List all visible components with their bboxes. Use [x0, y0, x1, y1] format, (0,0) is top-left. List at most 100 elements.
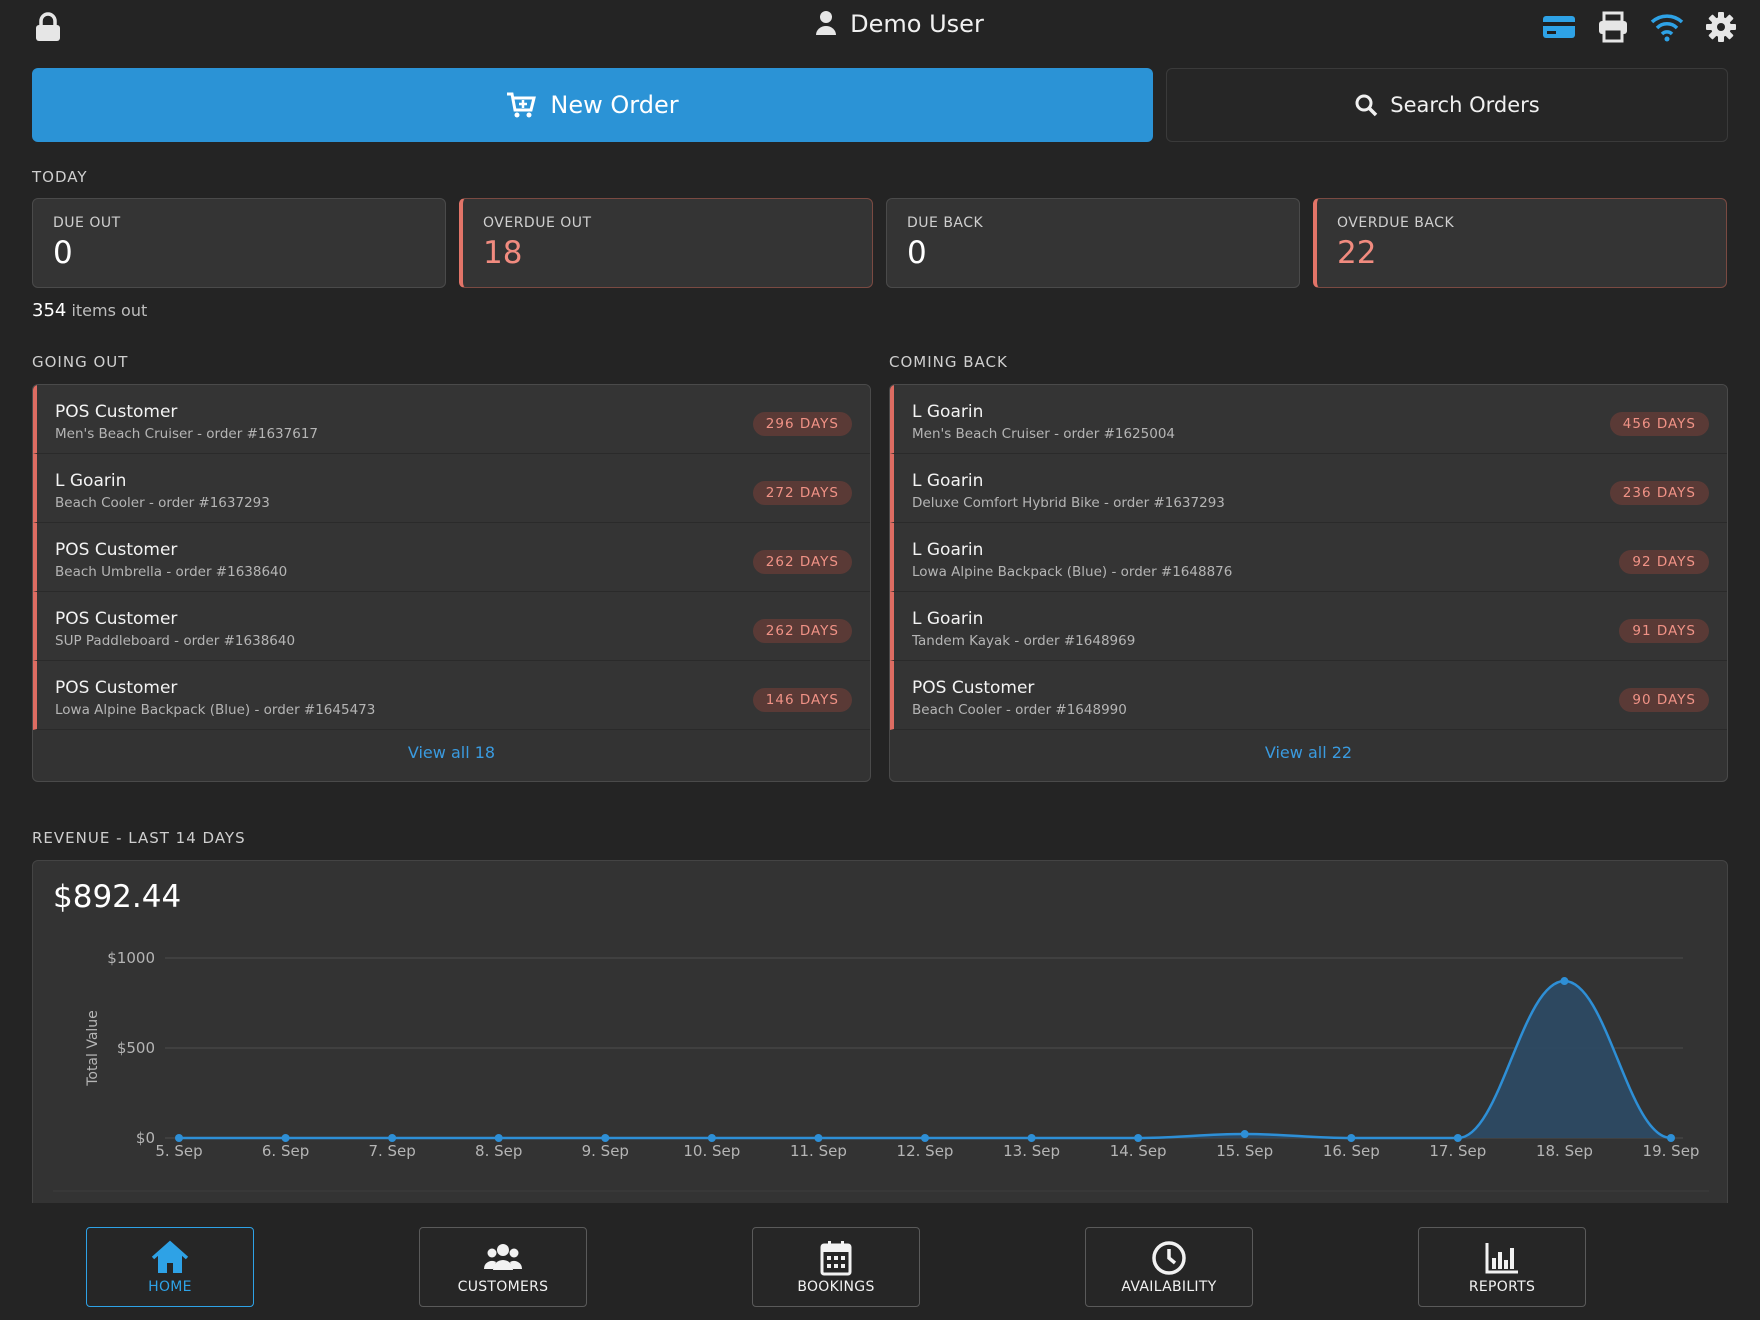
view-all-going-out-link[interactable]: View all 18	[33, 730, 870, 762]
current-user[interactable]: Demo User	[0, 10, 1760, 38]
order-detail: Lowa Alpine Backpack (Blue) - order #164…	[912, 564, 1233, 580]
stat-value: 18	[483, 235, 523, 271]
y-tick-label: $0	[136, 1129, 155, 1147]
customer-name: L Goarin	[912, 609, 984, 629]
stat-label: OVERDUE OUT	[483, 215, 592, 231]
stat-card-due-out[interactable]: DUE OUT 0	[32, 198, 446, 288]
order-detail: Deluxe Comfort Hybrid Bike - order #1637…	[912, 495, 1225, 511]
nav-label: HOME	[148, 1279, 192, 1295]
stat-card-due-back[interactable]: DUE BACK 0	[886, 198, 1300, 288]
coming-back-title: COMING BACK	[889, 353, 1008, 371]
cart-plus-icon	[507, 92, 537, 118]
data-point	[494, 1134, 503, 1142]
nav-label: AVAILABILITY	[1121, 1279, 1217, 1295]
revenue-card: $892.44 $0 $500 $1000 Total Value 5. Sep 6. S…	[32, 860, 1728, 1220]
nav-bookings[interactable]: BOOKINGS	[752, 1227, 920, 1307]
days-badge: 91 DAYS	[1619, 619, 1709, 643]
x-tick-label: 19. Sep	[1643, 1142, 1700, 1160]
data-point	[175, 1134, 183, 1142]
list-item[interactable]: POS Customer SUP Paddleboard - order #163…	[33, 592, 870, 661]
clock-icon	[1152, 1241, 1186, 1275]
list-item[interactable]: L Goarin Beach Cooler - order #1637293 272…	[33, 454, 870, 523]
stat-card-overdue-out[interactable]: OVERDUE OUT 18	[459, 198, 873, 288]
data-point	[707, 1134, 716, 1142]
list-item[interactable]: POS Customer Men's Beach Cruiser - order …	[33, 385, 870, 454]
days-badge: 272 DAYS	[752, 481, 852, 505]
data-point	[1347, 1134, 1356, 1142]
days-badge: 456 DAYS	[1609, 412, 1709, 436]
nav-availability[interactable]: AVAILABILITY	[1085, 1227, 1253, 1307]
data-point	[1027, 1134, 1036, 1142]
view-all-coming-back-link[interactable]: View all 22	[890, 730, 1727, 762]
list-item[interactable]: L Goarin Tandem Kayak - order #1648969 91 …	[890, 592, 1727, 661]
customer-name: L Goarin	[912, 471, 984, 491]
data-point	[1560, 977, 1569, 986]
y-tick-label: $1000	[107, 949, 155, 967]
days-badge: 296 DAYS	[752, 412, 852, 436]
list-item[interactable]: POS Customer Lowa Alpine Backpack (Blue) …	[33, 661, 870, 730]
x-tick-label: 8. Sep	[475, 1142, 522, 1160]
data-point	[281, 1134, 290, 1142]
printer-icon[interactable]	[1596, 10, 1630, 44]
gear-icon[interactable]	[1704, 10, 1738, 44]
x-tick-label: 10. Sep	[683, 1142, 740, 1160]
nav-reports[interactable]: REPORTS	[1418, 1227, 1586, 1307]
calendar-icon	[820, 1241, 852, 1276]
stat-card-overdue-back[interactable]: OVERDUE BACK 22	[1313, 198, 1727, 288]
stat-value: 0	[53, 235, 73, 271]
search-orders-button[interactable]: Search Orders	[1166, 68, 1728, 142]
new-order-button[interactable]: New Order	[32, 68, 1153, 142]
list-item[interactable]: L Goarin Lowa Alpine Backpack (Blue) - or…	[890, 523, 1727, 592]
wifi-icon[interactable]	[1650, 10, 1684, 44]
items-out-count: 354	[32, 300, 67, 321]
list-item[interactable]: POS Customer Beach Cooler - order #164899…	[890, 661, 1727, 730]
data-point	[1667, 1134, 1675, 1142]
order-detail: SUP Paddleboard - order #1638640	[55, 633, 296, 649]
going-out-list: POS Customer Men's Beach Cruiser - order …	[32, 384, 871, 782]
nav-label: CUSTOMERS	[457, 1279, 549, 1295]
days-badge: 90 DAYS	[1619, 688, 1709, 712]
coming-back-list: L Goarin Men's Beach Cruiser - order #162…	[889, 384, 1728, 782]
user-name: Demo User	[850, 10, 984, 38]
order-detail: Lowa Alpine Backpack (Blue) - order #164…	[55, 702, 376, 718]
list-item[interactable]: L Goarin Men's Beach Cruiser - order #162…	[890, 385, 1727, 454]
list-item[interactable]: POS Customer Beach Umbrella - order #1638…	[33, 523, 870, 592]
order-detail: Beach Cooler - order #1637293	[55, 495, 270, 511]
stat-value: 22	[1337, 235, 1377, 271]
x-tick-label: 9. Sep	[582, 1142, 629, 1160]
card-reader-icon[interactable]	[1542, 10, 1576, 44]
customer-name: POS Customer	[55, 540, 178, 560]
x-tick-label: 14. Sep	[1110, 1142, 1167, 1160]
data-point	[814, 1134, 823, 1142]
nav-label: REPORTS	[1468, 1279, 1536, 1295]
x-tick-label: 7. Sep	[368, 1142, 415, 1160]
nav-home[interactable]: HOME	[86, 1227, 254, 1307]
order-detail: Men's Beach Cruiser - order #1637617	[55, 426, 319, 442]
today-section-title: TODAY	[32, 168, 88, 186]
stat-label: DUE OUT	[53, 215, 121, 231]
revenue-title: REVENUE - LAST 14 DAYS	[32, 829, 246, 847]
data-point	[921, 1134, 929, 1142]
going-out-title: GOING OUT	[32, 353, 129, 371]
customer-name: POS Customer	[55, 402, 178, 422]
revenue-area	[179, 981, 1671, 1138]
nav-label: BOOKINGS	[797, 1279, 875, 1295]
data-point	[1453, 1134, 1462, 1142]
days-badge: 146 DAYS	[752, 688, 852, 712]
x-tick-label: 6. Sep	[262, 1142, 309, 1160]
y-tick-label: $500	[117, 1039, 155, 1057]
data-point	[1240, 1130, 1249, 1139]
customer-name: POS Customer	[912, 678, 1035, 698]
customer-name: POS Customer	[55, 678, 178, 698]
items-out-label: items out	[71, 301, 148, 320]
order-detail: Tandem Kayak - order #1648969	[912, 633, 1136, 649]
order-detail: Men's Beach Cruiser - order #1625004	[912, 426, 1176, 442]
list-item[interactable]: L Goarin Deluxe Comfort Hybrid Bike - ord…	[890, 454, 1727, 523]
search-icon	[1355, 94, 1378, 117]
items-out-summary: 354 items out	[32, 300, 147, 321]
bottom-nav: HOME CUSTOMERS BOOKINGS AVAILABILITY REP…	[0, 1203, 1760, 1320]
nav-customers[interactable]: CUSTOMERS	[419, 1227, 587, 1307]
data-point	[601, 1134, 610, 1142]
order-detail: Beach Cooler - order #1648990	[912, 702, 1127, 718]
user-icon	[816, 11, 837, 35]
